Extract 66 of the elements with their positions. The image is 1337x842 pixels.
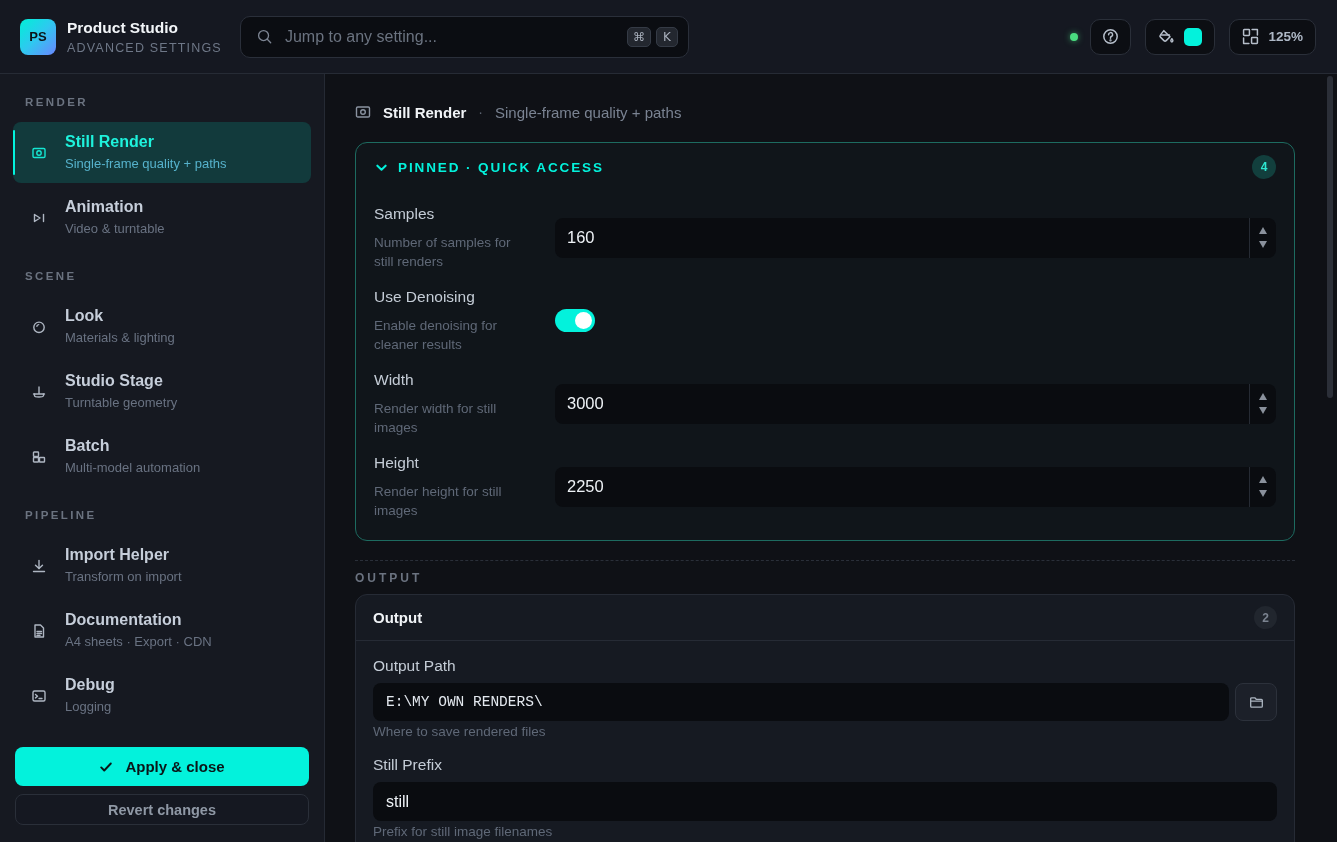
layout-icon: [1242, 28, 1260, 45]
section-label: OUTPUT: [355, 571, 424, 585]
field-label: Use Denoising: [374, 287, 476, 307]
field-description: Render height for still images: [374, 483, 503, 520]
page-subtitle: Single-frame quality + paths: [495, 103, 682, 121]
sphere-icon: [31, 318, 47, 335]
field-description: Enable denoising for cleaner results: [374, 317, 499, 354]
number-field[interactable]: 2250: [555, 466, 1276, 507]
nav-item[interactable]: Import Helper Transform on import: [13, 535, 311, 596]
toggle-switch[interactable]: [555, 309, 595, 332]
decrement-arrow-icon[interactable]: [1259, 490, 1267, 497]
photo-frame-icon: [355, 104, 371, 120]
search-icon: [256, 28, 272, 44]
field-label: Samples: [374, 204, 436, 224]
document-icon: [31, 622, 47, 639]
nav-item[interactable]: Batch Multi-model automation: [13, 426, 311, 487]
paint-bucket-icon: [1158, 28, 1176, 45]
count-badge: 2: [1254, 606, 1277, 629]
decrement-arrow-icon[interactable]: [1259, 407, 1267, 414]
download-icon: [31, 557, 47, 574]
increment-arrow-icon[interactable]: [1259, 227, 1267, 234]
app-subtitle: ADVANCED SETTINGS: [67, 39, 222, 56]
scrollbar-thumb[interactable]: [1327, 76, 1333, 398]
app-logo: PS: [20, 18, 56, 55]
folder-icon: [1248, 694, 1264, 710]
separator-dot: ·: [478, 104, 484, 120]
nav-item[interactable]: Still Render Single-frame quality + paths: [13, 122, 311, 183]
revert-button[interactable]: Revert changes: [15, 794, 309, 825]
decrement-arrow-icon[interactable]: [1259, 241, 1267, 248]
nav-item[interactable]: Studio Stage Turntable geometry: [13, 361, 311, 422]
field-hint: Prefix for still image filenames: [373, 824, 554, 840]
number-field[interactable]: 160: [555, 217, 1276, 258]
grid-icon: [31, 448, 47, 465]
field-label: Still Prefix: [373, 755, 443, 775]
section-label: RENDER: [24, 95, 89, 110]
increment-arrow-icon[interactable]: [1259, 393, 1267, 400]
card-title: PINNED · QUICK ACCESS: [398, 159, 604, 175]
help-icon: [1102, 28, 1120, 45]
field-description: Render width for still images: [374, 400, 498, 437]
nav-item[interactable]: Animation Video & turntable: [13, 187, 311, 248]
app-title: Product Studio: [67, 17, 180, 37]
field-label: Height: [374, 453, 420, 473]
section-label: PIPELINE: [24, 508, 98, 523]
theme-button[interactable]: [1145, 18, 1216, 55]
apply-button[interactable]: Apply & close: [15, 747, 309, 786]
help-button[interactable]: [1090, 18, 1132, 55]
text-field[interactable]: still: [373, 782, 1277, 821]
terminal-icon: [31, 687, 47, 704]
nav-item[interactable]: Debug Logging: [13, 665, 311, 726]
color-swatch-icon: [1184, 27, 1203, 46]
nav-item[interactable]: Documentation A4 sheets · Export · CDN: [13, 600, 311, 661]
field-description: Number of samples for still renders: [374, 234, 512, 271]
turntable-icon: [31, 383, 47, 400]
browse-button[interactable]: [1235, 683, 1277, 721]
count-badge: 4: [1252, 155, 1276, 179]
field-label: Width: [374, 370, 415, 390]
field-hint: Where to save rendered files: [373, 724, 547, 740]
path-field[interactable]: E:\MY OWN RENDERS\: [373, 683, 1229, 721]
zoom-button[interactable]: 125%: [1229, 18, 1316, 55]
nav-item[interactable]: Look Materials & lighting: [13, 296, 311, 357]
number-field[interactable]: 3000: [555, 383, 1276, 424]
page-title: Still Render: [383, 103, 467, 121]
section-label: SCENE: [24, 269, 78, 284]
field-label: Output Path: [373, 656, 457, 676]
card-title: Output: [373, 609, 423, 626]
increment-arrow-icon[interactable]: [1259, 476, 1267, 483]
